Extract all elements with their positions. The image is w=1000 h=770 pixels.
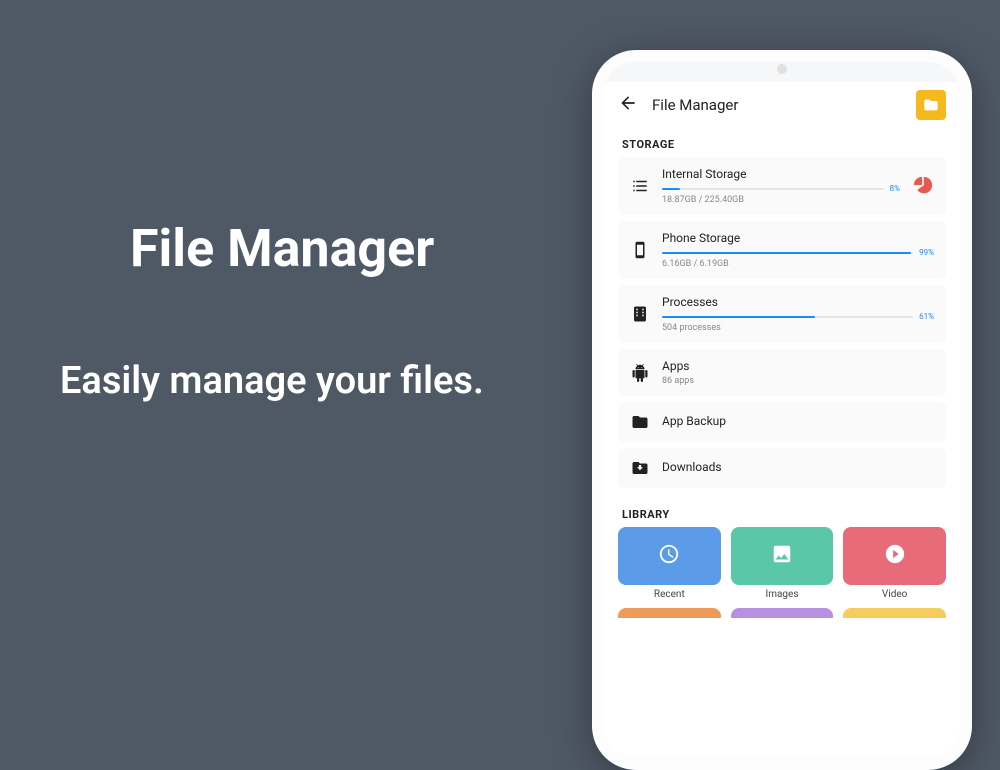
storage-progress: 8% <box>662 184 900 193</box>
library-section-label: LIBRARY <box>604 498 960 527</box>
storage-item-title: Internal Storage <box>662 167 900 181</box>
library-labels: Recent Images Video <box>604 585 960 600</box>
storage-pct: 61% <box>919 312 934 321</box>
storage-item[interactable]: Apps 86 apps <box>618 349 946 396</box>
library-tile-icon <box>884 543 906 569</box>
storage-item[interactable]: App Backup <box>618 402 946 442</box>
storage-item[interactable]: Phone Storage 99% 6.16GB / 6.19GB <box>618 221 946 279</box>
library-tile-label: Video <box>843 589 946 600</box>
storage-icon <box>630 176 650 196</box>
storage-item-title: Processes <box>662 295 934 309</box>
storage-item[interactable]: Processes 61% 504 processes <box>618 285 946 343</box>
storage-item-title: Phone Storage <box>662 231 934 245</box>
storage-progress: 99% <box>662 248 934 257</box>
promo-subtitle: Easily manage your files. <box>60 359 580 403</box>
library-grid <box>604 527 960 585</box>
promo-panel: File Manager Easily manage your files. <box>0 0 580 620</box>
storage-icon <box>630 304 650 324</box>
storage-list: Internal Storage 8% 18.87GB / 225.40GB P… <box>604 157 960 488</box>
library-next-row <box>604 600 960 618</box>
app-title: File Manager <box>652 96 902 114</box>
storage-item[interactable]: Downloads <box>618 448 946 488</box>
library-tile[interactable] <box>618 527 721 585</box>
storage-item-title: Apps <box>662 359 934 373</box>
pie-chart-icon[interactable] <box>912 175 934 197</box>
storage-item-sub: 504 processes <box>662 323 934 333</box>
phone-screen: File Manager STORAGE Internal Storage 8%… <box>604 82 960 758</box>
storage-item-title: Downloads <box>662 460 934 474</box>
storage-pct: 8% <box>890 184 900 193</box>
storage-icon <box>630 363 650 383</box>
storage-icon <box>630 412 650 432</box>
storage-item-sub: 86 apps <box>662 376 934 386</box>
library-tile-label: Recent <box>618 589 721 600</box>
library-tile-partial[interactable] <box>843 608 946 618</box>
storage-icon <box>630 240 650 260</box>
library-tile[interactable] <box>731 527 834 585</box>
storage-item-sub: 6.16GB / 6.19GB <box>662 259 934 269</box>
storage-section-label: STORAGE <box>604 128 960 157</box>
storage-item-sub: 18.87GB / 225.40GB <box>662 195 900 205</box>
phone-frame: File Manager STORAGE Internal Storage 8%… <box>592 50 972 770</box>
library-tile-partial[interactable] <box>731 608 834 618</box>
library-tile-icon <box>658 543 680 569</box>
folder-icon <box>923 97 939 113</box>
app-header: File Manager <box>604 82 960 128</box>
storage-pct: 99% <box>919 248 934 257</box>
back-icon[interactable] <box>618 93 638 118</box>
promo-title: File Manager <box>130 218 580 279</box>
phone-notch <box>777 64 787 74</box>
library-tile-partial[interactable] <box>618 608 721 618</box>
library-tile-label: Images <box>731 589 834 600</box>
library-tile[interactable] <box>843 527 946 585</box>
library-tile-icon <box>771 543 793 569</box>
storage-item[interactable]: Internal Storage 8% 18.87GB / 225.40GB <box>618 157 946 215</box>
storage-progress: 61% <box>662 312 934 321</box>
folder-button[interactable] <box>916 90 946 120</box>
storage-item-title: App Backup <box>662 414 934 428</box>
storage-icon <box>630 458 650 478</box>
